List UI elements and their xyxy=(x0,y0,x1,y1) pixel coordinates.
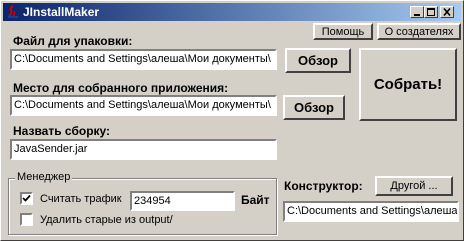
output-label: Место для собранного приложения: xyxy=(13,81,229,95)
title-bar[interactable]: JInstallMaker xyxy=(3,3,461,21)
checkmark-icon xyxy=(22,194,31,202)
count-traffic-checkbox[interactable] xyxy=(20,192,33,205)
build-name-label: Назвать сборку: xyxy=(13,124,111,138)
count-traffic-label: Считать трафик xyxy=(40,193,122,205)
maximize-button[interactable] xyxy=(424,6,438,18)
constructor-label: Конструктор: xyxy=(284,179,363,193)
minimize-button[interactable] xyxy=(410,6,424,18)
constructor-other-button[interactable]: Другой ... xyxy=(375,176,453,196)
app-window: JInstallMaker Помощь О создателях Файл д… xyxy=(0,0,464,241)
window-title: JInstallMaker xyxy=(23,5,100,19)
traffic-value-field[interactable]: 234954 xyxy=(130,191,235,211)
output-path-field[interactable]: C:\Documents and Settings\алеша\Мои доку… xyxy=(10,95,277,116)
close-button[interactable] xyxy=(440,6,454,18)
delete-old-label: Удалить старые из output/ xyxy=(40,214,173,226)
build-button[interactable]: Собрать! xyxy=(359,48,457,121)
traffic-unit-label: Байт xyxy=(241,193,270,207)
help-button[interactable]: Помощь xyxy=(313,23,373,40)
constructor-path-field[interactable]: C:\Documents and Settings\алеша xyxy=(283,201,459,222)
build-name-field[interactable]: JavaSender.jar xyxy=(10,139,277,160)
delete-old-checkbox[interactable] xyxy=(20,213,33,226)
about-button[interactable]: О создателях xyxy=(377,23,461,40)
package-browse-button[interactable]: Обзор xyxy=(285,48,351,73)
package-label: Файл для упаковки: xyxy=(13,34,133,48)
output-browse-button[interactable]: Обзор xyxy=(283,95,345,120)
package-path-field[interactable]: C:\Documents and Settings\алеша\Мои доку… xyxy=(10,49,277,70)
manager-group-title: Менеджер xyxy=(15,171,73,184)
java-app-icon xyxy=(6,5,20,19)
